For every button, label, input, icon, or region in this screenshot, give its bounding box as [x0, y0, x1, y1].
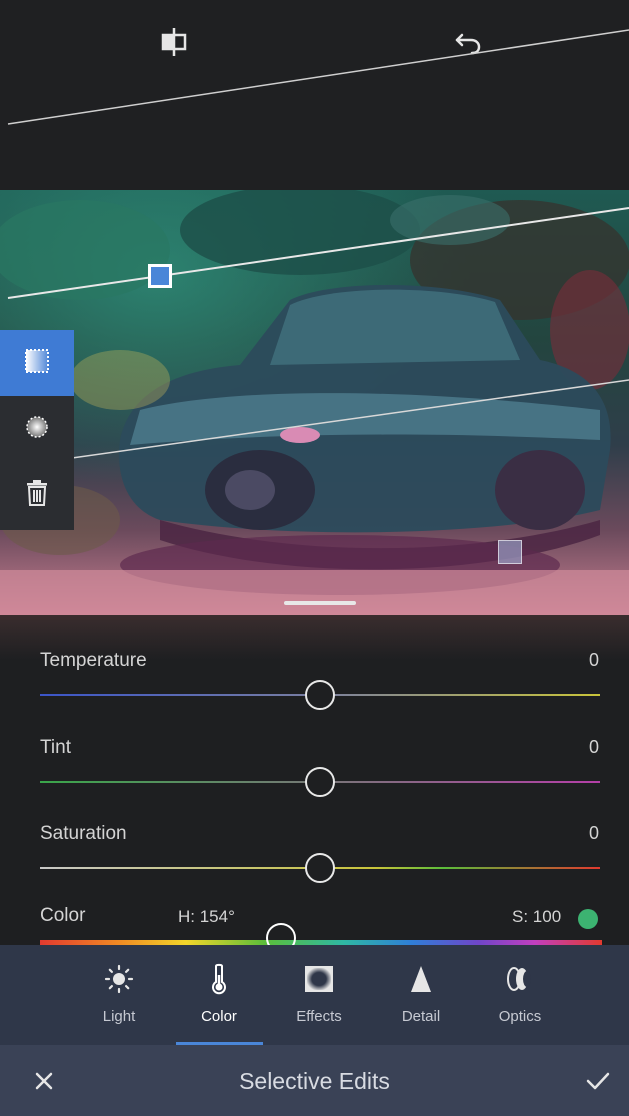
- temperature-slider-row: Temperature 0: [0, 650, 629, 730]
- tab-optics[interactable]: Optics: [475, 945, 565, 1045]
- tab-detail-label: Detail: [401, 1008, 441, 1025]
- saturation-thumb[interactable]: [305, 853, 335, 883]
- tab-effects[interactable]: Effects: [274, 945, 364, 1045]
- delete-mask-tool[interactable]: [0, 462, 74, 528]
- photo-canvas[interactable]: [0, 190, 629, 615]
- trash-icon: [25, 479, 49, 512]
- gradient-bottom-handle[interactable]: [498, 540, 522, 564]
- linear-gradient-tool[interactable]: [0, 330, 74, 396]
- panel-grabber[interactable]: [284, 601, 356, 605]
- screen-title: Selective Edits: [239, 1068, 390, 1094]
- tab-detail[interactable]: Detail: [376, 945, 466, 1045]
- checkmark-icon: [586, 1071, 610, 1096]
- temperature-value: 0: [588, 650, 599, 670]
- done-button[interactable]: [578, 1063, 618, 1103]
- radial-gradient-icon: [24, 414, 50, 445]
- temperature-thumb[interactable]: [305, 680, 335, 710]
- tab-color-label: Color: [201, 1008, 237, 1025]
- saturation-value: 0: [588, 823, 599, 843]
- tab-color[interactable]: Color: [174, 945, 264, 1045]
- undo-icon[interactable]: [446, 20, 490, 64]
- tint-slider-row: Tint 0: [0, 737, 629, 817]
- thermometer-icon: [174, 963, 264, 995]
- tab-light[interactable]: Light: [74, 945, 164, 1045]
- color-label: Color: [40, 905, 86, 926]
- tab-effects-label: Effects: [296, 1008, 342, 1025]
- temperature-label: Temperature: [40, 650, 147, 671]
- lens-icon: [475, 963, 565, 995]
- top-toolbar: [0, 0, 629, 190]
- radial-gradient-tool[interactable]: [0, 396, 74, 462]
- tab-optics-label: Optics: [498, 1008, 542, 1025]
- hue-readout: H: 154°: [178, 907, 235, 926]
- edit-tab-bar: Light Color Effects Detail Optics: [0, 945, 629, 1045]
- color-picker-row: Color H: 154° S: 100: [0, 905, 629, 947]
- vignette-icon: [274, 963, 364, 995]
- linear-gradient-icon: [24, 348, 50, 379]
- saturation-readout: S: 100: [512, 907, 562, 926]
- color-swatch[interactable]: [578, 909, 598, 929]
- tab-light-label: Light: [102, 1008, 136, 1025]
- tint-thumb[interactable]: [305, 767, 335, 797]
- mask-tools-rail: [0, 330, 74, 530]
- tint-label: Tint: [40, 737, 71, 758]
- bottom-action-bar: Selective Edits: [0, 1045, 629, 1116]
- saturation-label: Saturation: [40, 823, 127, 844]
- painted-car-image: [0, 190, 629, 615]
- triangle-icon: [376, 963, 466, 995]
- saturation-slider-row: Saturation 0: [0, 823, 629, 903]
- tint-value: 0: [588, 737, 599, 757]
- sun-icon: [74, 963, 164, 995]
- compare-icon[interactable]: [152, 20, 196, 64]
- gradient-top-handle[interactable]: [148, 264, 172, 288]
